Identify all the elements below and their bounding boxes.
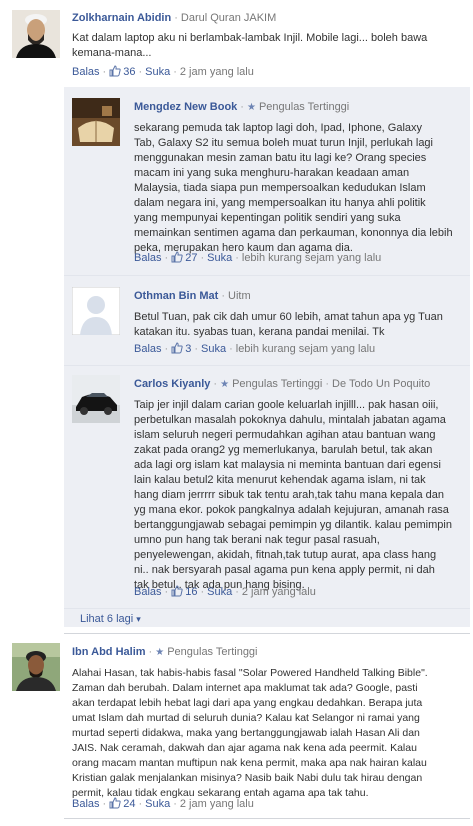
reply-header: Othman Bin Mat · Uitm	[134, 290, 251, 302]
chevron-down-icon: ▾	[136, 614, 141, 624]
divider	[64, 608, 470, 609]
commenter-affiliation[interactable]: Uitm	[228, 290, 251, 302]
like-link[interactable]: Suka	[201, 343, 226, 355]
timestamp[interactable]: lebih kurang sejam yang lalu	[242, 252, 381, 264]
divider	[64, 365, 470, 366]
timestamp[interactable]: 2 jam yang lalu	[180, 798, 254, 810]
star-icon: ★	[155, 647, 165, 658]
like-thumb-icon	[171, 251, 183, 263]
star-icon: ★	[246, 102, 256, 113]
comment-text: Alahai Hasan, tak habis-habis fasal "Sol…	[72, 667, 428, 799]
avatar[interactable]	[72, 375, 120, 423]
timestamp[interactable]: 2 jam yang lalu	[180, 66, 254, 78]
commenter-affiliation[interactable]: De Todo Un Poquito	[332, 378, 430, 390]
comment-header: Zolkharnain Abidin · Darul Quran JAKIM	[72, 12, 277, 24]
like-link[interactable]: Suka	[207, 252, 232, 264]
divider	[64, 818, 470, 819]
commenter-affiliation[interactable]: Darul Quran JAKIM	[181, 12, 276, 24]
reply-link[interactable]: Balas	[134, 252, 162, 264]
reply-text: sekarang pemuda tak laptop lagi doh, Ipa…	[134, 122, 453, 254]
commenter-name[interactable]: Zolkharnain Abidin	[72, 12, 171, 24]
like-count[interactable]: 27	[171, 251, 197, 264]
like-thumb-icon	[171, 342, 183, 354]
top-commenter-badge: Pengulas Tertinggi	[258, 101, 350, 113]
timestamp[interactable]: lebih kurang sejam yang lalu	[236, 343, 375, 355]
reply-text: Taip jer injil dalam carian goole keluar…	[134, 399, 452, 591]
comment-actions: Balas · 24 · Suka · 2 jam yang lalu	[72, 797, 254, 810]
commenter-name[interactable]: Mengdez New Book	[134, 101, 237, 113]
like-thumb-icon	[171, 585, 183, 597]
timestamp[interactable]: 2 jam yang lalu	[242, 586, 316, 598]
divider	[64, 275, 470, 276]
reply-header: Mengdez New Book · ★ Pengulas Tertinggi	[134, 101, 350, 113]
reply-header: Carlos Kiyanly · ★ Pengulas Tertinggi · De To…	[134, 378, 431, 390]
commenter-name[interactable]: Carlos Kiyanly	[134, 378, 210, 390]
like-count[interactable]: 3	[171, 342, 191, 355]
avatar[interactable]	[12, 10, 60, 58]
like-count[interactable]: 36	[109, 65, 135, 78]
reply-link[interactable]: Balas	[72, 798, 100, 810]
like-count[interactable]: 24	[109, 797, 135, 810]
like-count[interactable]: 16	[171, 585, 197, 598]
reply-text: Betul Tuan, pak cik dah umur 60 lebih, a…	[134, 311, 443, 338]
like-link[interactable]: Suka	[145, 798, 170, 810]
top-commenter-badge: Pengulas Tertinggi	[167, 646, 258, 658]
reply-actions: Balas · 3 · Suka · lebih kurang sejam yang lal…	[134, 342, 376, 355]
avatar[interactable]	[12, 643, 60, 691]
commenter-name[interactable]: Othman Bin Mat	[134, 290, 218, 302]
reply-actions: Balas · 16 · Suka · 2 jam yang lalu	[134, 585, 316, 598]
reply-link[interactable]: Balas	[134, 586, 162, 598]
comment-actions: Balas · 36 · Suka · 2 jam yang lalu	[72, 65, 254, 78]
reply-link[interactable]: Balas	[72, 66, 100, 78]
avatar[interactable]	[72, 287, 120, 335]
reply-link[interactable]: Balas	[134, 343, 162, 355]
like-link[interactable]: Suka	[145, 66, 170, 78]
comment-text: Kat dalam laptop aku ni berlambak-lambak…	[72, 32, 428, 59]
commenter-name[interactable]: Ibn Abd Halim	[72, 646, 146, 658]
like-thumb-icon	[109, 65, 121, 77]
star-icon: ★	[220, 379, 230, 390]
reply-actions: Balas · 27 · Suka · lebih kurang sejam yang la…	[134, 251, 382, 264]
top-commenter-badge: Pengulas Tertinggi	[232, 378, 323, 390]
like-thumb-icon	[109, 797, 121, 809]
divider	[64, 633, 470, 634]
like-link[interactable]: Suka	[207, 586, 232, 598]
view-more-replies-link[interactable]: Lihat 6 lagi ▾	[80, 613, 141, 625]
avatar[interactable]	[72, 98, 120, 146]
comment-header: Ibn Abd Halim · ★ Pengulas Tertinggi	[72, 646, 258, 658]
